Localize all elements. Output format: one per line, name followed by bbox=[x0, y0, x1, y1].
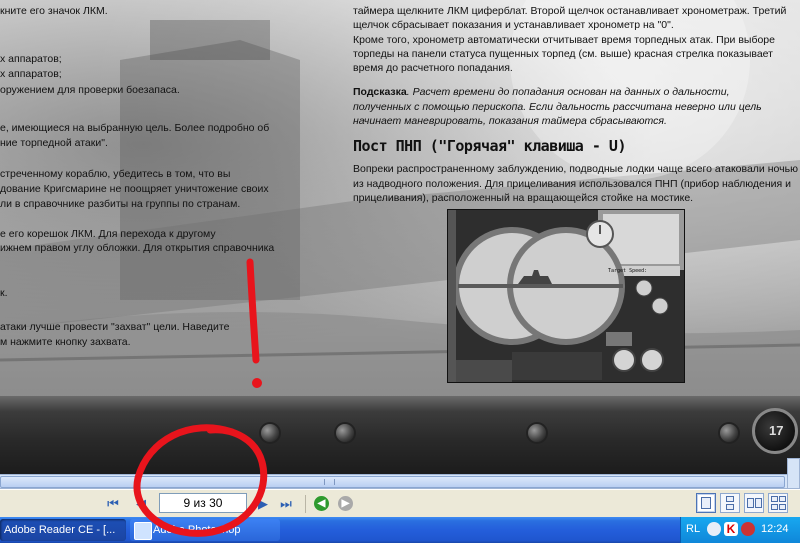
right-text-line: таймера щелкните ЛКМ циферблат. Второй щ… bbox=[353, 5, 787, 17]
right-text-line: торпеды на панели статуса пущенных торпе… bbox=[353, 48, 773, 60]
left-text-line: оружением для проверки боезапаса. bbox=[0, 84, 180, 96]
decorative-metal-band bbox=[0, 396, 800, 474]
photoshop-icon bbox=[134, 522, 152, 540]
hint-label: Подсказка bbox=[353, 86, 407, 98]
page-number-badge-text: 17 bbox=[769, 423, 784, 438]
left-text-line: кните его значок ЛКМ. bbox=[0, 5, 108, 17]
figure-inner-label: Target Speed: bbox=[608, 268, 648, 274]
right-text-line: щелчок сбрасывает показания и устанавлив… bbox=[353, 19, 674, 31]
hint-text: полученных с помощью перископа. Если дал… bbox=[353, 101, 762, 113]
go-forward-icon[interactable]: ▶ bbox=[338, 496, 353, 511]
first-page-icon[interactable]: ⏮ bbox=[105, 496, 121, 512]
horizontal-scroll-thumb[interactable] bbox=[0, 476, 785, 488]
toolbar-divider bbox=[305, 495, 306, 513]
network-icon[interactable] bbox=[707, 522, 721, 536]
page-number-badge: 17 bbox=[752, 408, 798, 454]
last-page-icon[interactable]: ⏭ bbox=[278, 496, 294, 512]
taskbar-button-adobe-reader[interactable]: Adobe Reader CE - [... bbox=[0, 519, 126, 541]
taskbar-label: Adobe Reader CE - [... bbox=[4, 524, 116, 536]
clock: 12:24 bbox=[761, 523, 789, 535]
left-text-line: ли в справочнике разбиты на группы по ст… bbox=[0, 198, 241, 210]
hint-paragraph: Подсказка. Расчет времени до попадания о… bbox=[353, 85, 730, 100]
section-heading: Пост ПНП ("Горячая" клавиша - U) bbox=[353, 137, 626, 155]
section-text-line: Вопреки распространенному заблуждению, п… bbox=[353, 163, 798, 175]
rivet-icon bbox=[720, 424, 738, 442]
system-tray: RL K 12:24 bbox=[680, 517, 800, 543]
left-text-line: е, имеющиеся на выбранную цель. Более по… bbox=[0, 122, 270, 134]
vertical-scrollbar-end[interactable] bbox=[787, 458, 800, 489]
left-text-line: е его корешок ЛКМ. Для перехода к другом… bbox=[0, 228, 216, 240]
continuous-facing-layout-icon[interactable] bbox=[768, 493, 788, 513]
hint-text: . Расчет времени до попадания основан на… bbox=[406, 86, 730, 98]
left-text-line: к. bbox=[0, 287, 8, 299]
document-page: кните его значок ЛКМ. х аппаратов; х апп… bbox=[0, 0, 800, 412]
windows-taskbar: Adobe Reader CE - [... Adobe Photoshop R… bbox=[0, 517, 800, 543]
next-page-icon[interactable]: ▶ bbox=[255, 496, 271, 512]
hint-text: начинает маневрировать, показания таймер… bbox=[353, 115, 667, 127]
periscope-view-image bbox=[448, 210, 684, 382]
continuous-layout-icon[interactable] bbox=[720, 493, 740, 513]
go-back-icon[interactable]: ◀ bbox=[314, 496, 329, 511]
antivirus-icon[interactable]: K bbox=[724, 522, 738, 536]
rivet-icon bbox=[528, 424, 546, 442]
left-text-line: стреченному кораблю, убедитесь в том, чт… bbox=[0, 168, 231, 180]
left-text-line: х аппаратов; bbox=[0, 68, 62, 80]
language-indicator[interactable]: RL bbox=[686, 523, 700, 535]
navigation-toolbar: ⏮ ◀ 9 из 30 ▶ ⏭ ◀ ▶ bbox=[0, 489, 800, 518]
section-text-line: из надводного положения. Для прицеливани… bbox=[353, 178, 792, 190]
horizontal-scrollbar[interactable] bbox=[0, 474, 787, 489]
taskbar-button-photoshop[interactable]: Adobe Photoshop bbox=[130, 519, 280, 541]
rivet-icon bbox=[336, 424, 354, 442]
facing-layout-icon[interactable] bbox=[744, 493, 764, 513]
previous-page-icon[interactable]: ◀ bbox=[133, 496, 149, 512]
right-text-line: Кроме того, хронометр автоматически отчи… bbox=[353, 34, 775, 46]
left-text-line: ижнем правом углу обложки. Для открытия … bbox=[0, 242, 275, 254]
taskbar-label: Adobe Photoshop bbox=[153, 524, 241, 536]
grip-icon bbox=[324, 479, 335, 485]
right-text-line: время до расчетного попадания. bbox=[353, 62, 513, 74]
section-text-line: прицеливания), расположенный на вращающе… bbox=[353, 192, 694, 204]
rivet-icon bbox=[261, 424, 279, 442]
left-text-line: дование Кригсмарине не поощряет уничтоже… bbox=[0, 183, 269, 195]
page-number-field[interactable]: 9 из 30 bbox=[159, 493, 247, 513]
left-text-line: м нажмите кнопку захвата. bbox=[0, 336, 131, 348]
tray-app-icon[interactable] bbox=[741, 522, 755, 536]
left-text-line: х аппаратов; bbox=[0, 53, 62, 65]
single-page-layout-icon[interactable] bbox=[696, 493, 716, 513]
left-text-line: ние торпедной атаки". bbox=[0, 137, 108, 149]
periscope-screenshot-figure: Target Speed: bbox=[447, 209, 685, 383]
left-text-line: атаки лучше провести "захват" цели. Наве… bbox=[0, 321, 230, 333]
